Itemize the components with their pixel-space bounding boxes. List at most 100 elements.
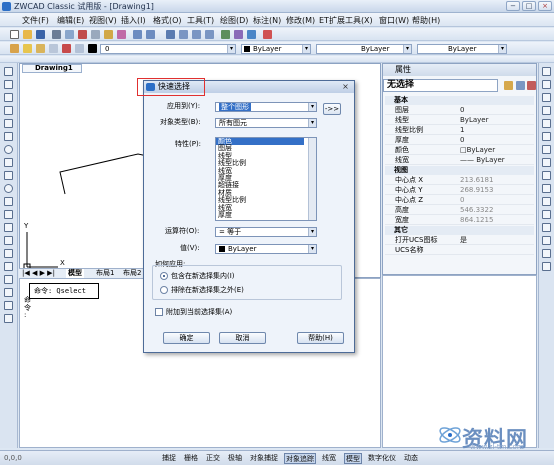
value-combo[interactable]: ByLayer ▾ (215, 244, 317, 254)
preview-icon[interactable] (65, 30, 74, 39)
break-tool-icon[interactable] (542, 210, 551, 219)
move-tool-icon[interactable] (542, 132, 551, 141)
rotate-tool-icon[interactable] (542, 145, 551, 154)
zoom-previous-icon[interactable] (205, 30, 214, 39)
zoom-window-icon[interactable] (192, 30, 201, 39)
undo-icon[interactable] (133, 30, 142, 39)
tablet-toggle[interactable]: 数字化仪 (368, 453, 396, 464)
menu-modify[interactable]: 修改(M) (286, 15, 315, 26)
properties-icon[interactable] (221, 30, 230, 39)
circle-tool-icon[interactable] (4, 145, 13, 154)
object-type-combo[interactable]: 所有图元 ▾ (215, 118, 317, 128)
menu-view[interactable]: 视图(V) (89, 15, 117, 26)
lineweight-toggle[interactable]: 线宽 (322, 453, 336, 464)
linetype-combo[interactable]: ByLayer ▾ (316, 44, 412, 54)
redo-icon[interactable] (146, 30, 155, 39)
prop-row[interactable]: 高度 546.3322 (385, 206, 534, 215)
props-section-view[interactable]: 视图 (385, 166, 534, 175)
list-scrollbar[interactable] (308, 138, 316, 220)
stretch-tool-icon[interactable] (542, 171, 551, 180)
menu-et-extension[interactable]: ET扩展工具(X) (319, 15, 373, 26)
menu-edit[interactable]: 编辑(E) (57, 15, 84, 26)
extend-tool-icon[interactable] (542, 197, 551, 206)
select-objects-icon[interactable] (516, 81, 525, 90)
paste-icon[interactable] (104, 30, 113, 39)
print-icon[interactable] (52, 30, 61, 39)
hatch-tool-icon[interactable] (4, 249, 13, 258)
properties-list[interactable]: 颜色 图层 线型 线型比例 线宽 厚度 超链接 材质 线型比例 线宽 厚度 (215, 137, 317, 221)
minimize-button[interactable]: − (506, 1, 520, 11)
prop-row[interactable]: 中心点 Z 0 (385, 196, 534, 205)
toggle-pickadd-icon[interactable] (504, 81, 513, 90)
tool-palette-icon[interactable] (247, 30, 256, 39)
include-radio[interactable] (160, 272, 168, 280)
menu-dimension[interactable]: 标注(N) (253, 15, 281, 26)
cut-icon[interactable] (78, 30, 87, 39)
menu-tools[interactable]: 工具(T) (187, 15, 214, 26)
exclude-radio[interactable] (160, 286, 168, 294)
layer-lock-icon[interactable] (49, 44, 58, 53)
cancel-button[interactable]: 取消 (219, 332, 266, 344)
layer-combo[interactable]: 0 ▾ (100, 44, 236, 54)
match-properties-icon[interactable] (117, 30, 126, 39)
otrack-toggle[interactable]: 对象追踪 (284, 453, 316, 464)
ellipse-tool-icon[interactable] (4, 184, 13, 193)
mtext-tool-icon[interactable] (4, 301, 13, 310)
menu-format[interactable]: 格式(O) (153, 15, 182, 26)
help-icon[interactable] (263, 30, 272, 39)
layer-plot-icon[interactable] (75, 44, 84, 53)
prop-row[interactable]: 中心点 Y 268.9153 (385, 186, 534, 195)
ok-button[interactable]: 确定 (163, 332, 210, 344)
join-tool-icon[interactable] (542, 223, 551, 232)
menu-file[interactable]: 文件(F) (22, 15, 49, 26)
chamfer-tool-icon[interactable] (542, 236, 551, 245)
menu-window[interactable]: 窗口(W) (379, 15, 409, 26)
point-tool-icon[interactable] (4, 236, 13, 245)
append-checkbox-label[interactable]: 附加到当前选择集(A) (166, 308, 232, 317)
model-toggle[interactable]: 模型 (344, 453, 362, 464)
grid-toggle[interactable]: 栅格 (184, 453, 198, 464)
snap-toggle[interactable]: 捕捉 (162, 453, 176, 464)
include-radio-label[interactable]: 包含在新选择集内(I) (171, 272, 235, 281)
erase-tool-icon[interactable] (542, 67, 551, 76)
polygon-tool-icon[interactable] (4, 106, 13, 115)
properties-selection-combo[interactable]: 无选择 (383, 79, 498, 92)
help-button[interactable]: 帮助(H) (297, 332, 344, 344)
line-tool-icon[interactable] (4, 67, 13, 76)
pan-icon[interactable] (166, 30, 175, 39)
spline-tool-icon[interactable] (4, 171, 13, 180)
polar-toggle[interactable]: 极轴 (228, 453, 242, 464)
make-block-tool-icon[interactable] (4, 223, 13, 232)
maximize-button[interactable]: □ (522, 1, 536, 11)
arc-tool-icon[interactable] (4, 132, 13, 141)
layer-color-icon[interactable] (62, 44, 71, 53)
tab-model[interactable]: 模型 (66, 269, 84, 278)
lineweight-combo[interactable]: ByLayer ▾ (417, 44, 507, 54)
copy-tool-icon[interactable] (542, 80, 551, 89)
osnap-toggle[interactable]: 对象捕捉 (250, 453, 278, 464)
menu-help[interactable]: 帮助(H) (412, 15, 440, 26)
copy-icon[interactable] (91, 30, 100, 39)
color-combo[interactable]: ByLayer ▾ (241, 44, 311, 54)
props-section-other[interactable]: 其它 (385, 226, 534, 235)
drawing-tab[interactable]: Drawing1 (22, 64, 82, 73)
quick-select-icon[interactable] (527, 81, 536, 90)
ellipse-arc-tool-icon[interactable] (4, 197, 13, 206)
layer-manager-icon[interactable] (10, 44, 19, 53)
props-section-basic[interactable]: 基本 (385, 96, 534, 105)
close-button[interactable]: × (538, 1, 552, 11)
prop-row[interactable]: 宽度 864.1215 (385, 216, 534, 225)
apply-to-combo[interactable]: 整个图形 ▾ (215, 102, 317, 112)
open-icon[interactable] (23, 30, 32, 39)
prop-row[interactable]: 中心点 X 213.6181 (385, 176, 534, 185)
tab-layout1[interactable]: 布局1 (96, 269, 114, 278)
prop-row[interactable]: 线型 ByLayer (385, 116, 534, 125)
fillet-tool-icon[interactable] (542, 249, 551, 258)
tab-layout2[interactable]: 布局2 (123, 269, 141, 278)
trim-tool-icon[interactable] (542, 184, 551, 193)
design-center-icon[interactable] (234, 30, 243, 39)
prop-row[interactable]: 线宽 —— ByLayer (385, 156, 534, 165)
prop-row[interactable]: 颜色 □ByLayer (385, 146, 534, 155)
save-icon[interactable] (36, 30, 45, 39)
scale-tool-icon[interactable] (542, 158, 551, 167)
